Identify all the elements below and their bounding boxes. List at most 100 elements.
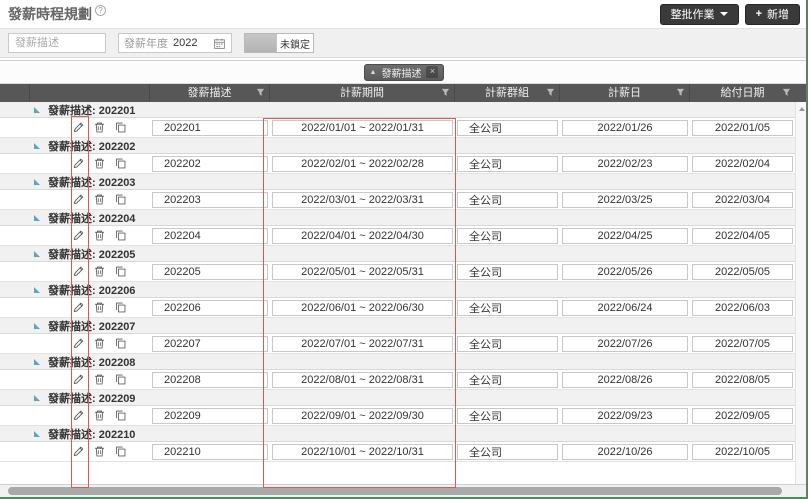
help-icon[interactable]: ? (95, 5, 106, 16)
period-cell[interactable]: 2022/08/01 ~ 2022/08/31 (272, 371, 453, 388)
desc-cell[interactable]: 202210 (152, 443, 268, 460)
collapse-triangle-icon[interactable] (34, 214, 40, 221)
collapse-triangle-icon[interactable] (34, 430, 40, 437)
sort-asc-icon[interactable]: ▲ (370, 69, 377, 76)
lock-status-toggle[interactable]: 未鎖定 (244, 33, 314, 53)
delete-button[interactable] (93, 121, 106, 134)
filter-icon[interactable] (441, 88, 450, 97)
copy-button[interactable] (114, 193, 127, 206)
edit-button[interactable] (72, 301, 85, 314)
period-cell[interactable]: 2022/05/01 ~ 2022/05/31 (272, 263, 453, 280)
collapse-triangle-icon[interactable] (34, 250, 40, 257)
group-cell[interactable]: 全公司 (457, 227, 558, 244)
desc-cell[interactable]: 202202 (152, 155, 268, 172)
year-picker[interactable]: 發薪年度 2022 (118, 33, 232, 53)
delete-button[interactable] (93, 373, 106, 386)
filter-icon[interactable] (782, 88, 791, 97)
batch-actions-button[interactable]: 整批作業 (659, 3, 739, 25)
group-cell[interactable]: 全公司 (457, 119, 558, 136)
period-cell[interactable]: 2022/06/01 ~ 2022/06/30 (272, 299, 453, 316)
group-cell[interactable]: 全公司 (457, 371, 558, 388)
desc-cell[interactable]: 202203 (152, 191, 268, 208)
chip-remove-icon[interactable]: × (426, 66, 439, 78)
period-cell[interactable]: 2022/03/01 ~ 2022/03/31 (272, 191, 453, 208)
edit-button[interactable] (72, 265, 85, 278)
copy-button[interactable] (114, 265, 127, 278)
copy-button[interactable] (114, 373, 127, 386)
calc-date-cell[interactable]: 2022/08/26 (562, 371, 688, 388)
copy-button[interactable] (114, 409, 127, 422)
edit-button[interactable] (72, 193, 85, 206)
copy-button[interactable] (114, 121, 127, 134)
copy-button[interactable] (114, 337, 127, 350)
filter-icon[interactable] (546, 88, 555, 97)
pay-date-cell[interactable]: 2022/04/05 (692, 227, 793, 244)
group-cell[interactable]: 全公司 (457, 407, 558, 424)
period-cell[interactable]: 2022/04/01 ~ 2022/04/30 (272, 227, 453, 244)
calc-date-cell[interactable]: 2022/04/25 (562, 227, 688, 244)
group-cell[interactable]: 全公司 (457, 443, 558, 460)
collapse-triangle-icon[interactable] (34, 358, 40, 365)
group-cell[interactable]: 全公司 (457, 299, 558, 316)
calc-date-cell[interactable]: 2022/09/23 (562, 407, 688, 424)
period-cell[interactable]: 2022/10/01 ~ 2022/10/31 (272, 443, 453, 460)
delete-button[interactable] (93, 265, 106, 278)
column-header-desc[interactable]: 發薪描述 (150, 84, 270, 102)
scroll-up-icon[interactable] (799, 107, 805, 111)
calendar-icon[interactable] (213, 37, 226, 50)
edit-button[interactable] (72, 409, 85, 422)
period-cell[interactable]: 2022/02/01 ~ 2022/02/28 (272, 155, 453, 172)
calc-date-cell[interactable]: 2022/01/26 (562, 119, 688, 136)
pay-date-cell[interactable]: 2022/08/05 (692, 371, 793, 388)
collapse-triangle-icon[interactable] (34, 106, 40, 113)
group-cell[interactable]: 全公司 (457, 263, 558, 280)
column-header-calc-date[interactable]: 計薪日 (560, 84, 690, 102)
pay-date-cell[interactable]: 2022/07/05 (692, 335, 793, 352)
pay-date-cell[interactable]: 2022/03/04 (692, 191, 793, 208)
desc-cell[interactable]: 202207 (152, 335, 268, 352)
edit-button[interactable] (72, 337, 85, 350)
column-header-group[interactable]: 計薪群組 (455, 84, 560, 102)
horizontal-scrollbar[interactable] (0, 484, 808, 497)
edit-button[interactable] (72, 229, 85, 242)
add-button[interactable]: + 新增 (744, 3, 800, 25)
delete-button[interactable] (93, 301, 106, 314)
filter-icon[interactable] (676, 88, 685, 97)
period-cell[interactable]: 2022/01/01 ~ 2022/01/31 (272, 119, 453, 136)
pay-date-cell[interactable]: 2022/01/05 (692, 119, 793, 136)
desc-cell[interactable]: 202209 (152, 407, 268, 424)
calc-date-cell[interactable]: 2022/02/23 (562, 155, 688, 172)
desc-cell[interactable]: 202206 (152, 299, 268, 316)
calc-date-cell[interactable]: 2022/03/25 (562, 191, 688, 208)
group-cell[interactable]: 全公司 (457, 191, 558, 208)
pay-date-cell[interactable]: 2022/05/05 (692, 263, 793, 280)
copy-button[interactable] (114, 229, 127, 242)
desc-cell[interactable]: 202205 (152, 263, 268, 280)
column-header-pay-date[interactable]: 給付日期 (690, 84, 795, 102)
edit-button[interactable] (72, 121, 85, 134)
edit-button[interactable] (72, 445, 85, 458)
edit-button[interactable] (72, 373, 85, 386)
desc-cell[interactable]: 202204 (152, 227, 268, 244)
calc-date-cell[interactable]: 2022/06/24 (562, 299, 688, 316)
period-cell[interactable]: 2022/09/01 ~ 2022/09/30 (272, 407, 453, 424)
delete-button[interactable] (93, 229, 106, 242)
delete-button[interactable] (93, 445, 106, 458)
pay-date-cell[interactable]: 2022/09/05 (692, 407, 793, 424)
delete-button[interactable] (93, 157, 106, 170)
collapse-triangle-icon[interactable] (34, 178, 40, 185)
period-cell[interactable]: 2022/07/01 ~ 2022/07/31 (272, 335, 453, 352)
copy-button[interactable] (114, 301, 127, 314)
group-cell[interactable]: 全公司 (457, 335, 558, 352)
delete-button[interactable] (93, 337, 106, 350)
pay-date-cell[interactable]: 2022/02/04 (692, 155, 793, 172)
collapse-triangle-icon[interactable] (34, 142, 40, 149)
column-header-period[interactable]: 計薪期間 (270, 84, 455, 102)
desc-cell[interactable]: 202201 (152, 119, 268, 136)
pay-date-cell[interactable]: 2022/06/03 (692, 299, 793, 316)
desc-cell[interactable]: 202208 (152, 371, 268, 388)
copy-button[interactable] (114, 157, 127, 170)
pay-date-cell[interactable]: 2022/10/05 (692, 443, 793, 460)
group-by-chip[interactable]: ▲ 發薪描述 × (363, 63, 445, 81)
delete-button[interactable] (93, 409, 106, 422)
